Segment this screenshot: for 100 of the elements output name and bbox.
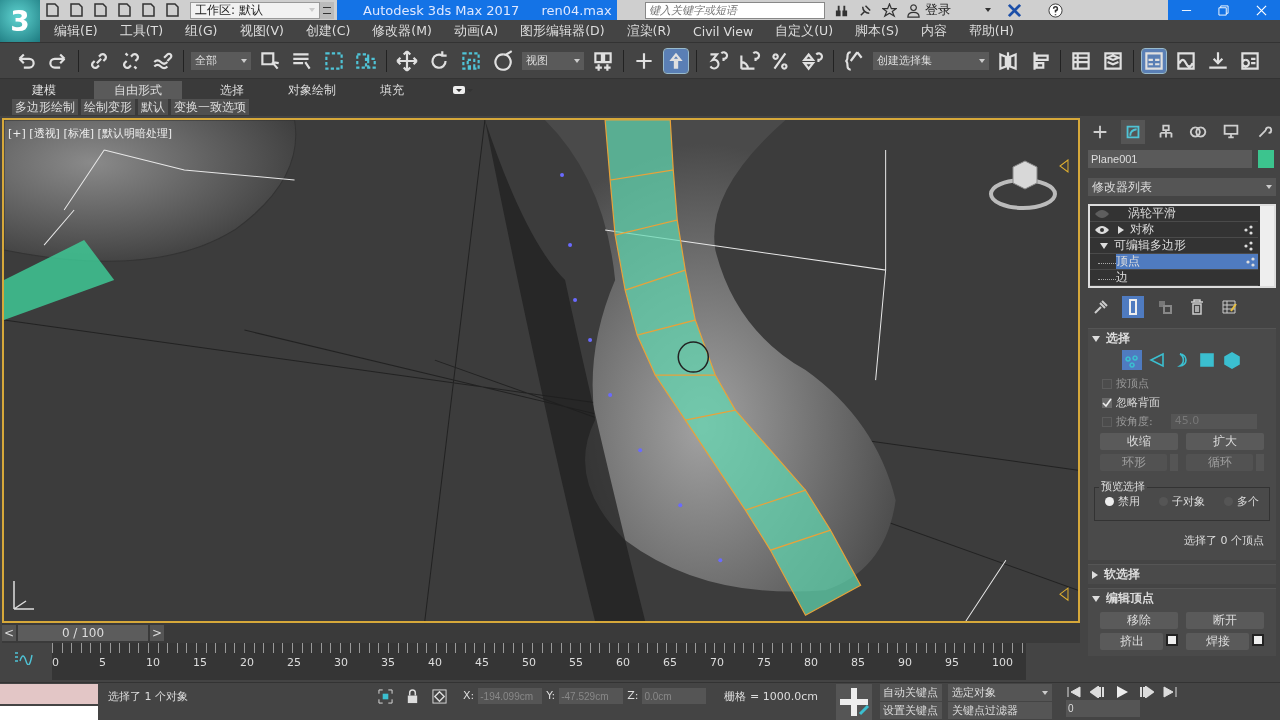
- menu-item[interactable]: 自定义(U): [775, 22, 834, 40]
- time-slider-thumb[interactable]: 0 / 100: [18, 625, 148, 642]
- expand-arrow-icon[interactable]: [1092, 595, 1100, 602]
- edge-icon[interactable]: [1147, 350, 1167, 370]
- rollout-title[interactable]: 选择: [1106, 330, 1130, 347]
- expand-arrow-icon[interactable]: [1092, 570, 1098, 579]
- panel-button[interactable]: 收缩: [1100, 433, 1178, 450]
- menu-item[interactable]: 编辑(E): [54, 22, 98, 40]
- exchange-icon[interactable]: [1007, 2, 1022, 18]
- user-icon[interactable]: [906, 2, 921, 18]
- menu-item[interactable]: 视图(V): [239, 22, 284, 40]
- panel-button[interactable]: 焊接: [1186, 633, 1249, 650]
- new-file-icon[interactable]: [44, 2, 60, 18]
- go-to-start-icon[interactable]: [1065, 686, 1082, 698]
- previous-key-icon[interactable]: [1089, 686, 1106, 698]
- toolbar-dropdown[interactable]: 全部: [191, 51, 251, 70]
- menu-item[interactable]: 创建(C): [305, 22, 351, 40]
- polygon-icon[interactable]: [1197, 350, 1217, 370]
- eye-icon[interactable]: [1094, 224, 1110, 235]
- maxscript-listener-field[interactable]: [0, 683, 98, 704]
- set-key-icon[interactable]: [835, 683, 872, 720]
- menu-item[interactable]: Civil View: [693, 23, 754, 39]
- object-name-field[interactable]: Plane001: [1088, 150, 1252, 168]
- panel-button[interactable]: 扩大: [1186, 433, 1264, 450]
- settings-icon[interactable]: [1252, 634, 1264, 646]
- set-key-button[interactable]: 设置关键点: [879, 702, 942, 719]
- auto-key-button[interactable]: 自动关键点: [879, 684, 942, 701]
- menu-item[interactable]: 内容: [920, 22, 947, 40]
- ribbon-tab[interactable]: 自由形式: [94, 80, 182, 99]
- track-bar[interactable]: 0 5 10 15 20 25 30 35 40 45 50 55 60 65 70 75 80 85 90 95 100: [52, 643, 1026, 680]
- menu-item[interactable]: 帮助(H): [968, 22, 1014, 40]
- show-end-result-icon[interactable]: [1122, 296, 1144, 318]
- settings-icon[interactable]: [1166, 634, 1178, 646]
- menu-item[interactable]: 脚本(S): [855, 22, 899, 40]
- go-to-end-icon[interactable]: [1161, 686, 1178, 698]
- viewport-label[interactable]: [+] [透视] [标准] [默认明暗处理]: [8, 126, 173, 141]
- placement-icon[interactable]: [491, 48, 515, 73]
- ribbon-toggle-icon[interactable]: [1142, 48, 1166, 73]
- expand-arrow-icon[interactable]: [1100, 242, 1108, 249]
- menu-item[interactable]: 修改器(M): [372, 22, 432, 40]
- frame-number: 5: [99, 656, 106, 670]
- menu-item[interactable]: 图形编辑器(D): [520, 22, 605, 40]
- time-slider-track[interactable]: < 0 / 100 >: [2, 623, 1080, 644]
- move-icon[interactable]: [395, 48, 419, 73]
- caret-icon[interactable]: [985, 8, 991, 12]
- transform-mode-icon[interactable]: [432, 689, 447, 704]
- key-filters-button[interactable]: 关键点过滤器: [947, 702, 1052, 719]
- maxscript-input-field[interactable]: [0, 705, 98, 720]
- ribbon-panel-tab[interactable]: 默认: [138, 99, 168, 116]
- subobject-item[interactable]: 顶点: [1116, 254, 1258, 269]
- modifier-item[interactable]: 涡轮平滑: [1128, 206, 1258, 222]
- keyboard-override-icon[interactable]: [664, 48, 688, 73]
- scrollbar[interactable]: [1260, 206, 1274, 286]
- previous-frame-button[interactable]: <: [2, 625, 16, 642]
- workspace-menu-button[interactable]: [320, 1, 334, 19]
- expand-arrow-icon[interactable]: [1092, 335, 1100, 342]
- element-icon[interactable]: [1222, 350, 1242, 370]
- ribbon-tab[interactable]: 对象绘制: [282, 80, 342, 99]
- toolbar-dropdown[interactable]: 创建选择集: [873, 51, 989, 70]
- workspace-dropdown[interactable]: 工作区: 默认: [190, 1, 320, 19]
- viewport[interactable]: [+] [透视] [标准] [默认明暗处理]: [2, 118, 1080, 624]
- expand-arrow-icon[interactable]: [1118, 225, 1124, 234]
- menu-item[interactable]: 组(G): [185, 22, 218, 40]
- login-link[interactable]: 登录: [925, 1, 951, 19]
- ribbon-tab[interactable]: 建模: [14, 80, 74, 99]
- radio-button[interactable]: [1104, 497, 1114, 506]
- menu-item[interactable]: 工具(T): [119, 22, 164, 40]
- panel-options-icon[interactable]: [452, 84, 474, 95]
- star-icon[interactable]: [882, 2, 897, 18]
- rollout-title[interactable]: 软选择: [1104, 566, 1140, 583]
- ribbon-tab[interactable]: 填充: [362, 80, 422, 99]
- lock-icon[interactable]: [405, 689, 420, 704]
- key-mode-dropdown[interactable]: 选定对象: [947, 684, 1052, 701]
- current-frame-field[interactable]: 0: [1065, 700, 1140, 717]
- ribbon-panel-tab[interactable]: 变换一致选项: [171, 99, 249, 116]
- restore-icon[interactable]: [1218, 4, 1230, 16]
- ribbon-tab[interactable]: 选择: [202, 80, 262, 99]
- panel-button[interactable]: 移除: [1100, 612, 1178, 629]
- modifier-list-dropdown[interactable]: 修改器列表: [1088, 178, 1276, 196]
- toolbar-dropdown[interactable]: 视图: [522, 51, 584, 70]
- angle-snap-icon[interactable]: [737, 48, 761, 73]
- modifier-item[interactable]: 可编辑多边形: [1114, 237, 1244, 254]
- menu-item[interactable]: 动画(A): [453, 22, 499, 40]
- next-frame-button[interactable]: >: [150, 625, 164, 642]
- help-icon[interactable]: [1048, 2, 1063, 18]
- subobject-item[interactable]: 边: [1116, 270, 1258, 285]
- close-icon[interactable]: [1255, 4, 1267, 16]
- search-field[interactable]: 键入关键字或短语: [645, 1, 825, 19]
- isolate-selection-icon[interactable]: [378, 689, 393, 704]
- modifier-item[interactable]: 对称: [1130, 221, 1244, 238]
- ribbon-panel-tab[interactable]: 多边形绘制: [12, 99, 78, 116]
- panel-button[interactable]: 断开: [1186, 612, 1264, 629]
- curve-editor-icon[interactable]: [14, 651, 34, 666]
- ribbon-panel-tab[interactable]: 绘制变形: [81, 99, 135, 116]
- panel-button[interactable]: 挤出: [1100, 633, 1163, 650]
- menu-item[interactable]: 渲染(R): [626, 22, 671, 40]
- object-color-swatch[interactable]: [1258, 150, 1274, 168]
- next-key-icon[interactable]: [1137, 686, 1154, 698]
- modify-icon[interactable]: [1121, 120, 1145, 144]
- rollout-title[interactable]: 编辑顶点: [1106, 590, 1154, 607]
